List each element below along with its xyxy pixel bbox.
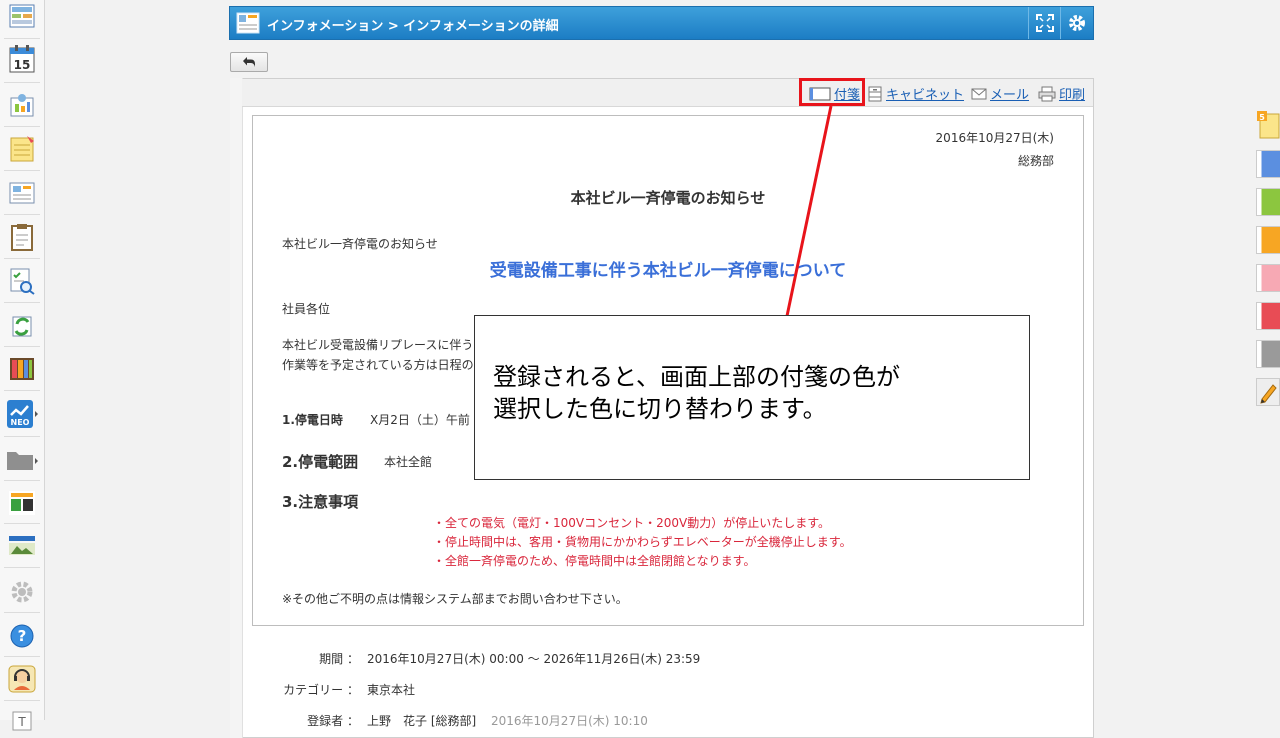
callout-line: 登録されると、画面上部の付箋の色が	[493, 363, 901, 391]
callout-text: 登録されると、画面上部の付箋の色が 選択した色に切り替わります。	[493, 361, 900, 425]
callout-line: 選択した色に切り替わります。	[493, 395, 827, 423]
callout-box: 登録されると、画面上部の付箋の色が 選択した色に切り替わります。	[474, 315, 1030, 480]
